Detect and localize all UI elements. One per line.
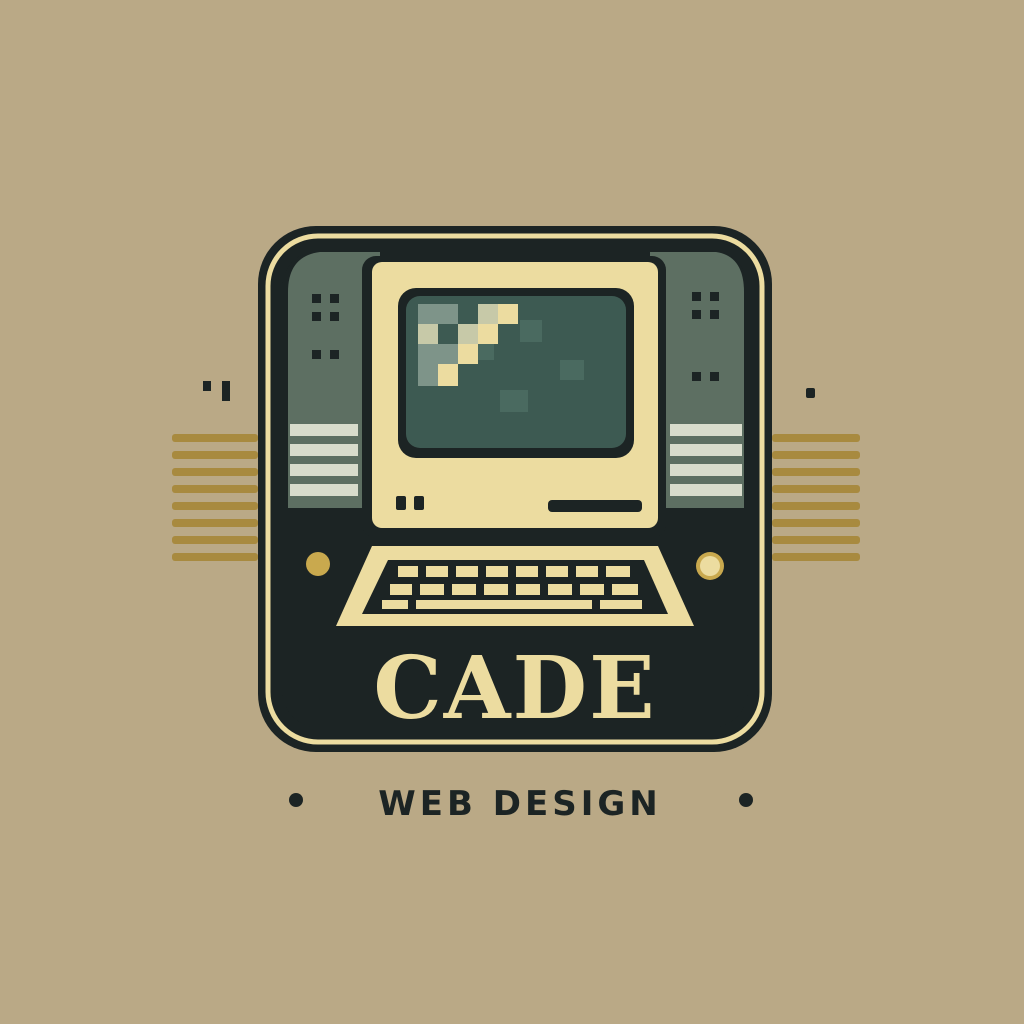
left-stripes xyxy=(172,381,258,561)
tagline-group: WEB DESIGN xyxy=(289,784,753,824)
keyboard-icon xyxy=(336,546,694,626)
monitor-icon xyxy=(362,256,666,538)
left-dot-icon xyxy=(289,793,303,807)
tagline: WEB DESIGN xyxy=(378,784,661,824)
right-knob xyxy=(696,552,724,580)
wordmark: CADE xyxy=(373,638,656,739)
right-stripes xyxy=(772,388,860,561)
right-dot-icon xyxy=(739,793,753,807)
logo-artwork: CADE WEB DESIGN xyxy=(172,226,860,824)
left-knob xyxy=(306,552,330,576)
